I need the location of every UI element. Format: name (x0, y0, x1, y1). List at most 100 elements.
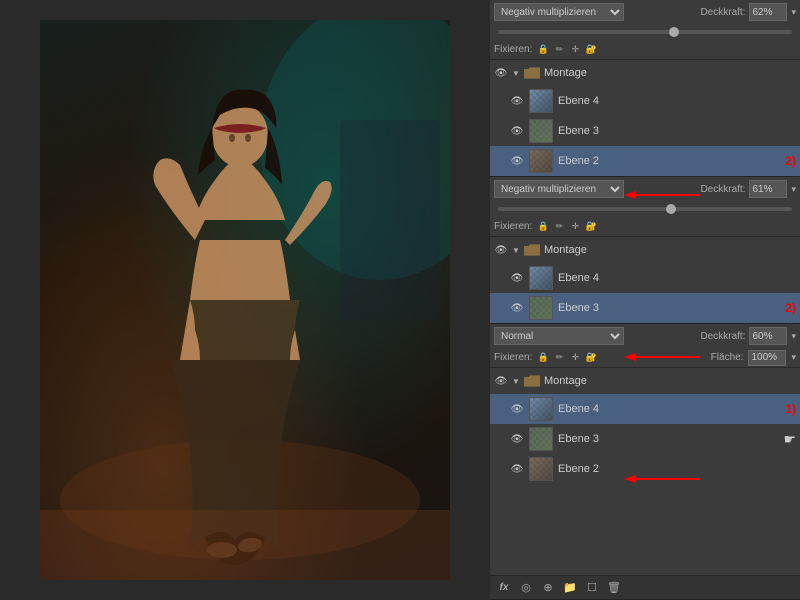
opacity-arrow-3[interactable]: ▾ (791, 331, 796, 342)
annotation-2-panel1: 2) (785, 154, 796, 168)
folder-icon-3 (524, 373, 540, 389)
eye-icon-montage-1[interactable]: 👁 (494, 66, 508, 80)
fix-icon-lock-3[interactable]: 🔒 (537, 352, 549, 364)
eye-icon-e4-3[interactable]: 👁 (510, 402, 524, 416)
fix-icon-lock-1[interactable]: 🔒 (537, 44, 549, 56)
panel2-fixieren-row: Fixieren: 🔒 ✏ ✛ 🔐 (490, 217, 800, 237)
cursor-hand: ☛ (783, 431, 796, 448)
folder-icon-2 (524, 242, 540, 258)
layer-name-e2-3: Ebene 2 (558, 463, 796, 475)
flaeche-arrow[interactable]: ▾ (791, 352, 796, 363)
panel1-slider-thumb[interactable] (669, 27, 679, 37)
layer-panel-1: Negativ multiplizieren Deckkraft: ▾ Fixi… (490, 0, 800, 177)
expand-icon-3[interactable]: ▼ (512, 377, 520, 385)
eye-icon-e4-1[interactable]: 👁 (510, 94, 524, 108)
toolbar-fx-icon[interactable]: fx (496, 580, 512, 596)
panel3-fixieren-row: Fixieren: 🔒 ✏ ✛ 🔐 Fläche: ▾ (490, 348, 800, 368)
layer-name-e4-3: Ebene 4 (558, 403, 780, 415)
fix-icon-brush-3[interactable]: ✏ (553, 352, 565, 364)
layer-group-montage-2[interactable]: 👁 ▼ Montage (490, 237, 800, 263)
eye-icon-e3-3[interactable]: 👁 (510, 432, 524, 446)
layer-row-ebene4-1[interactable]: 👁 Ebene 4 (490, 86, 800, 116)
annotation-2-panel2: 2) (785, 301, 796, 315)
eye-icon-e3-1[interactable]: 👁 (510, 124, 524, 138)
panel1-header: Negativ multiplizieren Deckkraft: ▾ (490, 0, 800, 24)
layer-row-ebene3-1[interactable]: 👁 Ebene 3 (490, 116, 800, 146)
photo-canvas (40, 20, 450, 580)
panels-area: Negativ multiplizieren Deckkraft: ▾ Fixi… (490, 0, 800, 600)
opacity-input-3[interactable] (749, 327, 787, 345)
panel1-slider-track[interactable] (498, 30, 792, 34)
layer-thumb-e4-2 (529, 266, 553, 290)
layer-row-ebene2-3[interactable]: 👁 Ebene 2 (490, 454, 800, 484)
layer-thumb-e3-3 (529, 427, 553, 451)
group-name-2: Montage (544, 244, 796, 256)
panel2-slider-track[interactable] (498, 207, 792, 211)
fix-icon-lock-2[interactable]: 🔒 (537, 221, 549, 233)
blend-mode-select-1[interactable]: Negativ multiplizieren (494, 3, 624, 21)
opacity-label-2: Deckkraft: (700, 184, 745, 195)
fix-icon-move-3[interactable]: ✛ (569, 352, 581, 364)
fix-icon-move-2[interactable]: ✛ (569, 221, 581, 233)
flaeche-label: Fläche: (711, 352, 744, 363)
panel2-header: Negativ multiplizieren Deckkraft: ▾ (490, 177, 800, 201)
layer-thumb-e2-1 (529, 149, 553, 173)
fix-icon-all-1[interactable]: 🔐 (585, 44, 597, 56)
fix-icon-brush-1[interactable]: ✏ (553, 44, 565, 56)
layer-name-e3-2: Ebene 3 (558, 302, 780, 314)
layer-row-ebene4-2[interactable]: 👁 Ebene 4 (490, 263, 800, 293)
layer-row-ebene4-3[interactable]: 👁 Ebene 4 1) (490, 394, 800, 424)
fix-icon-all-2[interactable]: 🔐 (585, 221, 597, 233)
opacity-arrow-2[interactable]: ▾ (791, 184, 796, 195)
opacity-input-1[interactable] (749, 3, 787, 21)
folder-icon-1 (524, 65, 540, 81)
opacity-label-3: Deckkraft: (700, 331, 745, 342)
eye-icon-e4-2[interactable]: 👁 (510, 271, 524, 285)
opacity-label-1: Deckkraft: (700, 7, 745, 18)
panel1-fixieren-row: Fixieren: 🔒 ✏ ✛ 🔐 (490, 40, 800, 60)
layer-name-e4-2: Ebene 4 (558, 272, 796, 284)
eye-icon-e2-1[interactable]: 👁 (510, 154, 524, 168)
toolbar-group-icon[interactable]: 📁 (562, 580, 578, 596)
flaeche-input[interactable] (748, 350, 786, 366)
panel2-slider-thumb[interactable] (666, 204, 676, 214)
eye-icon-montage-2[interactable]: 👁 (494, 243, 508, 257)
fixieren-label-1: Fixieren: (494, 44, 532, 55)
panel1-slider-row (490, 24, 800, 40)
fix-icon-brush-2[interactable]: ✏ (553, 221, 565, 233)
blend-mode-select-3[interactable]: Normal (494, 327, 624, 345)
panel3-fix-icons: 🔒 ✏ ✛ 🔐 (537, 352, 597, 364)
opacity-arrow-1[interactable]: ▾ (791, 7, 796, 18)
opacity-input-2[interactable] (749, 180, 787, 198)
eye-icon-e2-3[interactable]: 👁 (510, 462, 524, 476)
group-name-1: Montage (544, 67, 796, 79)
layer-thumb-e2-3 (529, 457, 553, 481)
layer-row-ebene2-1[interactable]: 👁 Ebene 2 2) (490, 146, 800, 176)
toolbar-delete-icon[interactable]: 🗑 (606, 580, 622, 596)
layer-thumb-e3-2 (529, 296, 553, 320)
layer-row-ebene3-2[interactable]: 👁 Ebene 3 2) (490, 293, 800, 323)
expand-icon-2[interactable]: ▼ (512, 246, 520, 254)
layer-group-montage-1[interactable]: 👁 ▼ Montage (490, 60, 800, 86)
toolbar-mask-icon[interactable]: ◎ (518, 580, 534, 596)
panel1-layers-list: 👁 ▼ Montage 👁 Ebene 4 👁 Ebene 3 👁 (490, 60, 800, 176)
panel2-layers-list: 👁 ▼ Montage 👁 Ebene 4 👁 Ebene 3 2) (490, 237, 800, 323)
layer-group-montage-3[interactable]: 👁 ▼ Montage (490, 368, 800, 394)
layer-panel-3: Normal Deckkraft: ▾ Fixieren: 🔒 ✏ ✛ 🔐 Fl… (490, 324, 800, 600)
group-name-3: Montage (544, 375, 796, 387)
eye-icon-montage-3[interactable]: 👁 (494, 374, 508, 388)
fix-icon-move-1[interactable]: ✛ (569, 44, 581, 56)
toolbar-adjustment-icon[interactable]: ⊕ (540, 580, 556, 596)
fix-icon-all-3[interactable]: 🔐 (585, 352, 597, 364)
blend-mode-select-2[interactable]: Negativ multiplizieren (494, 180, 624, 198)
expand-icon-1[interactable]: ▼ (512, 69, 520, 77)
panel1-fix-icons: 🔒 ✏ ✛ 🔐 (537, 44, 597, 56)
layer-panel-2: Negativ multiplizieren Deckkraft: ▾ Fixi… (490, 177, 800, 324)
toolbar-new-layer-icon[interactable]: ☐ (584, 580, 600, 596)
panel3-layers-list: 👁 ▼ Montage 👁 Ebene 4 1) 👁 Ebene 3 ☛ 👁 (490, 368, 800, 575)
fixieren-label-2: Fixieren: (494, 221, 532, 232)
panel2-fix-icons: 🔒 ✏ ✛ 🔐 (537, 221, 597, 233)
layer-name-e4-1: Ebene 4 (558, 95, 796, 107)
layer-row-ebene3-3[interactable]: 👁 Ebene 3 ☛ (490, 424, 800, 454)
eye-icon-e3-2[interactable]: 👁 (510, 301, 524, 315)
